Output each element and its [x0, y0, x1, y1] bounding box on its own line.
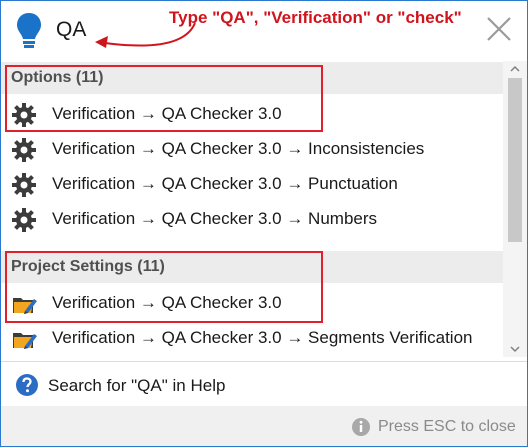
list-item-label: Verification → QA Checker 3.0 → Segments… [52, 328, 473, 347]
info-icon [352, 418, 370, 436]
lightbulb-icon [17, 13, 41, 48]
footer-text: Press ESC to close [378, 418, 516, 435]
list-item[interactable]: Verification → QA Checker 3.0 → Punctuat… [1, 167, 503, 201]
list-item[interactable]: Verification → QA Checker 3.0 → Segments… [1, 321, 503, 355]
scrollbar-thumb[interactable] [508, 78, 522, 242]
gear-icon [12, 173, 36, 197]
quick-search-panel: QA Type "QA", "Verification" or "check" … [0, 0, 528, 447]
close-icon[interactable] [485, 15, 513, 43]
list-item-label: Verification → QA Checker 3.0 → Numbers [52, 209, 378, 228]
search-input[interactable]: QA [56, 18, 86, 42]
list-item-label: Verification → QA Checker 3.0 [52, 104, 282, 123]
list-item[interactable]: Verification → QA Checker 3.0 → Inconsis… [1, 132, 503, 166]
project-settings-icon [13, 333, 37, 349]
list-item[interactable]: Verification → QA Checker 3.0 [1, 286, 503, 320]
results-scrollbar[interactable] [503, 61, 527, 357]
list-item[interactable]: Verification → QA Checker 3.0 [1, 97, 503, 131]
list-item-label: Verification → QA Checker 3.0 → Inconsis… [52, 139, 425, 158]
help-search-link[interactable]: Search for "QA" in Help [1, 367, 527, 405]
section-title: Options (11) [11, 69, 104, 86]
section-title: Project Settings (11) [11, 258, 165, 275]
footer-bar: Press ESC to close [1, 406, 527, 446]
gear-icon [12, 138, 36, 162]
search-header: QA Type "QA", "Verification" or "check" [1, 1, 527, 61]
gear-icon [12, 103, 36, 127]
help-icon [16, 374, 38, 396]
list-item-label: Verification → QA Checker 3.0 → Punctuat… [52, 174, 398, 193]
list-item-label: Verification → QA Checker 3.0 [52, 293, 282, 312]
section-options-header: Options (11) [1, 62, 503, 94]
list-item[interactable]: Verification → QA Checker 3.0 → Numbers [1, 202, 503, 236]
scroll-down-arrow-icon[interactable] [503, 341, 527, 357]
section-project-settings-header: Project Settings (11) [1, 251, 503, 283]
annotation-hint: Type "QA", "Verification" or "check" [169, 8, 462, 27]
divider [1, 361, 527, 362]
results-list: Options (11) Verification → QA Checker 3… [1, 61, 503, 357]
help-search-label: Search for "QA" in Help [48, 376, 226, 395]
project-settings-icon [13, 298, 37, 314]
gear-icon [12, 208, 36, 232]
scroll-up-arrow-icon[interactable] [503, 61, 527, 77]
